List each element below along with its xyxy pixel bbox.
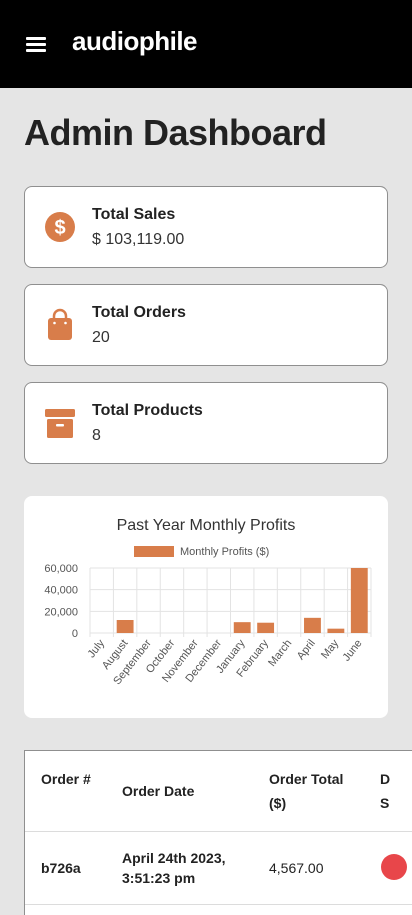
monthly-profits-chart: Past Year Monthly Profits Monthly Profits…	[24, 496, 388, 718]
stat-value: 8	[92, 427, 101, 444]
stat-card-total-sales: $ Total Sales $ 103,119.00	[24, 186, 388, 268]
x-tick-label: July	[86, 637, 108, 660]
legend-swatch	[134, 546, 174, 557]
top-navbar: audiophile	[0, 0, 412, 88]
status-badge	[381, 854, 407, 880]
bar	[116, 620, 134, 633]
chart-title: Past Year Monthly Profits	[117, 517, 296, 534]
x-tick-label: April	[295, 637, 318, 662]
stat-title: Total Orders	[92, 304, 186, 321]
y-tick-label: 20,000	[44, 606, 78, 618]
bar	[304, 617, 321, 633]
orders-table: Order # Order Date Order Total ($) D S b…	[24, 750, 412, 915]
bar	[257, 622, 275, 633]
x-tick-label: May	[319, 637, 342, 661]
order-total-cell: 4,567.00	[269, 860, 324, 876]
column-header-status[interactable]: D S	[380, 767, 400, 815]
y-tick-label: 40,000	[44, 585, 78, 597]
order-id-cell[interactable]: b726a	[41, 858, 81, 878]
x-tick-label: March	[266, 637, 294, 668]
row-divider	[25, 831, 412, 832]
row-divider	[25, 904, 412, 905]
stat-title: Total Products	[92, 402, 203, 419]
page-title: Admin Dashboard	[24, 112, 327, 153]
bar	[350, 568, 368, 633]
y-tick-label: 60,000	[44, 563, 78, 575]
legend-label: Monthly Profits ($)	[180, 546, 269, 558]
column-header-order-number[interactable]: Order #	[41, 767, 101, 791]
column-header-order-date[interactable]: Order Date	[122, 779, 242, 803]
column-header-order-total[interactable]: Order Total ($)	[269, 767, 359, 815]
stat-value: $ 103,119.00	[92, 231, 185, 248]
y-tick-label: 0	[72, 628, 78, 640]
bar	[233, 622, 251, 633]
dollar-icon: $	[45, 212, 75, 242]
order-date-cell: April 24th 2023, 3:51:23 pm	[122, 850, 226, 886]
bar	[327, 628, 345, 633]
chart-canvas: Past Year Monthly Profits Monthly Profits…	[44, 517, 372, 687]
x-tick-label: June	[341, 637, 365, 663]
archive-box-icon	[45, 409, 75, 438]
stat-value: 20	[92, 329, 110, 346]
svg-text:$: $	[54, 217, 65, 239]
hamburger-menu-icon[interactable]	[26, 37, 46, 53]
stat-title: Total Sales	[92, 206, 176, 223]
stat-card-total-orders: Total Orders 20	[24, 284, 388, 366]
brand-logo[interactable]: audiophile	[72, 26, 198, 57]
shopping-bag-icon	[48, 308, 72, 340]
stat-card-total-products: Total Products 8	[24, 382, 388, 464]
